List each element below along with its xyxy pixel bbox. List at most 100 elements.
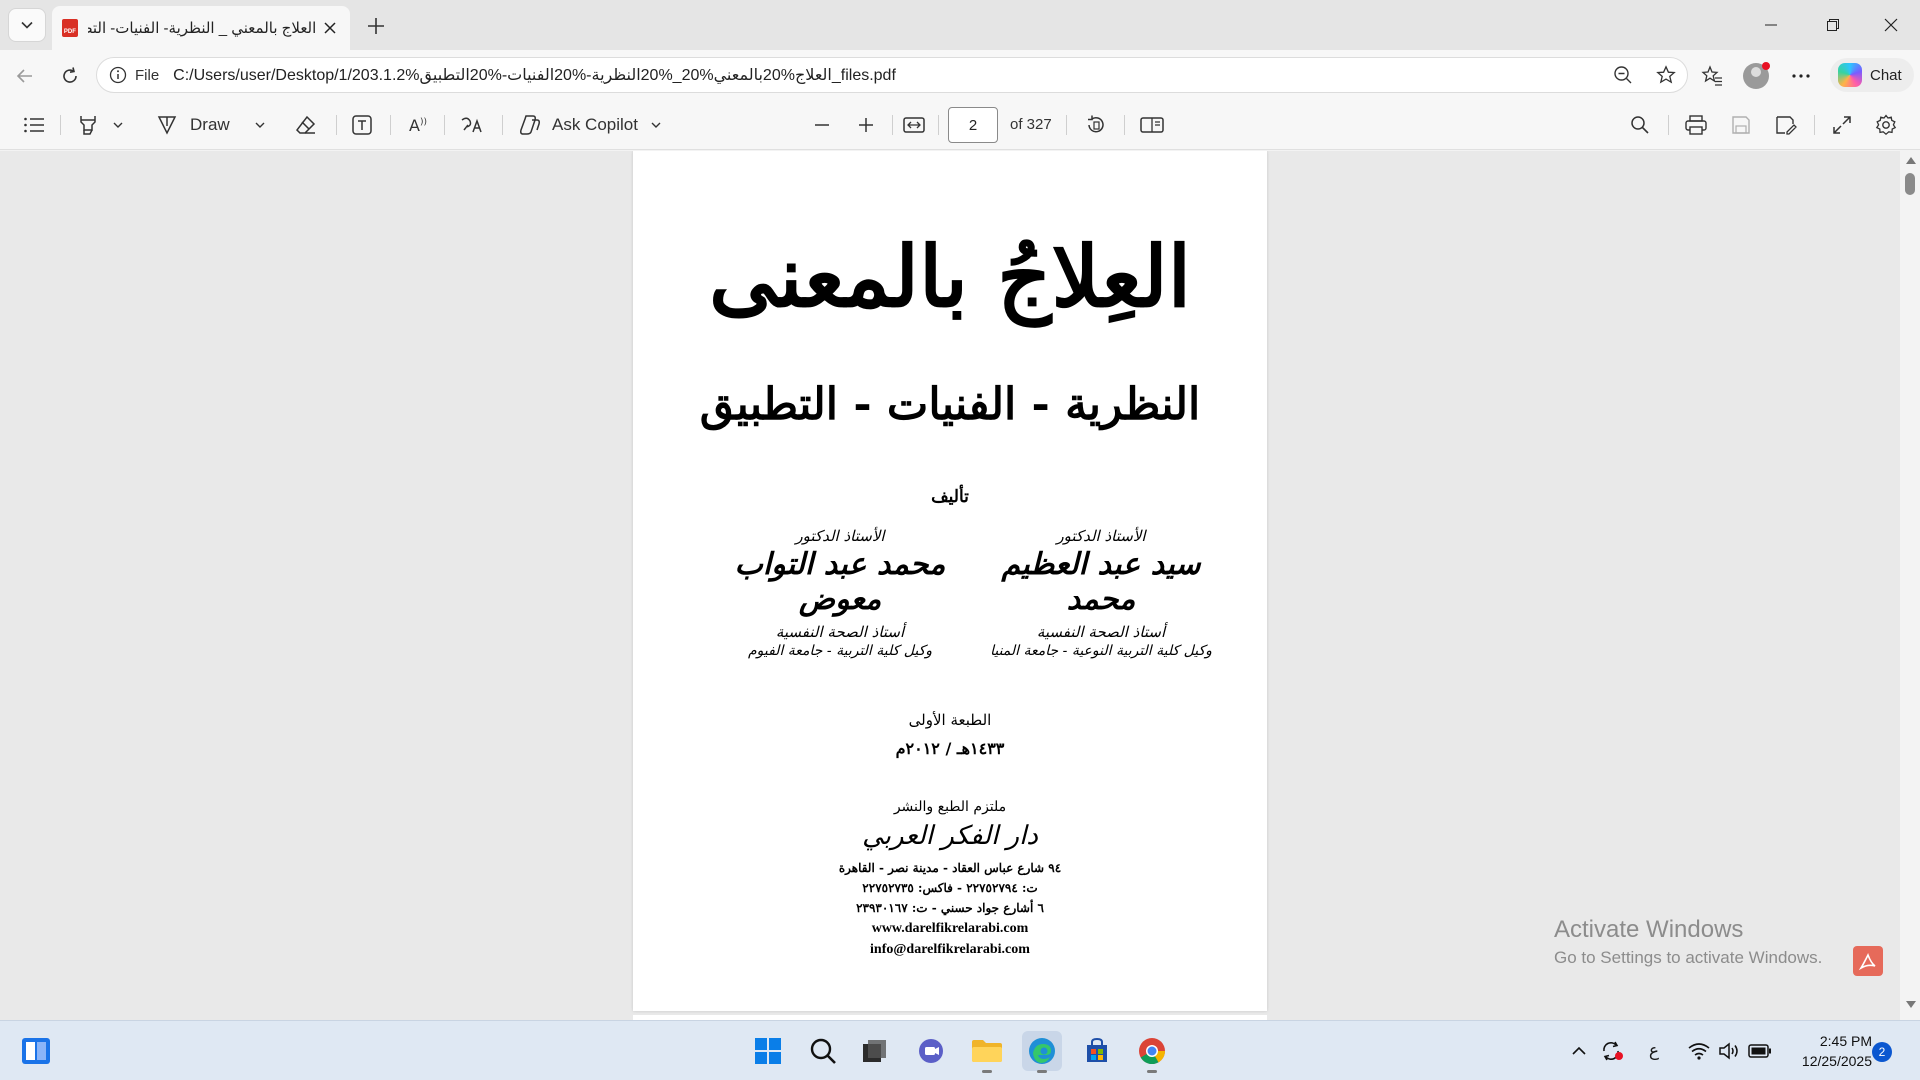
author-affiliation: وكيل كلية التربية - جامعة الفيوم: [747, 643, 933, 659]
zoom-out-button[interactable]: [806, 109, 838, 141]
full-screen-button[interactable]: [1826, 109, 1858, 141]
tab-close-button[interactable]: [320, 18, 340, 38]
edge-browser-button[interactable]: [1022, 1031, 1062, 1073]
highlight-options-button[interactable]: [108, 109, 128, 141]
draw-button[interactable]: Draw: [156, 109, 242, 141]
toolbar-divider: [444, 115, 445, 135]
read-aloud-button[interactable]: A)): [402, 109, 434, 141]
search-button[interactable]: [803, 1031, 843, 1071]
tab-active[interactable]: PDF العلاج بالمعني _ النظرية- الفنيات- ا…: [52, 6, 350, 50]
toolbar-divider: [1124, 115, 1125, 135]
profile-button[interactable]: [1740, 60, 1772, 92]
publisher-email: info@darelfikrelarabi.com: [870, 942, 1030, 957]
translate-button[interactable]: [456, 109, 488, 141]
plus-icon: [859, 118, 873, 132]
address-input[interactable]: File C:/Users/user/Desktop/1/203.1.2%الع…: [96, 57, 1688, 93]
pen-icon: [157, 116, 177, 135]
add-text-button[interactable]: [346, 109, 378, 141]
vertical-scrollbar[interactable]: [1900, 151, 1920, 1020]
wifi-button[interactable]: [1686, 1039, 1712, 1063]
read-aloud-icon: A)): [409, 115, 427, 135]
task-view-button[interactable]: [855, 1031, 895, 1071]
pdf-viewport[interactable]: العِلاجُ بالمعنى النظرية - الفنيات - الت…: [0, 151, 1900, 1020]
edition-date: ١٤٣٣هـ / ٢٠١٢م: [895, 739, 1005, 758]
zoom-out-indicator-button[interactable]: [1608, 58, 1638, 92]
fit-to-width-button[interactable]: [898, 109, 930, 141]
more-horizontal-icon: [1792, 74, 1810, 78]
zoom-in-button[interactable]: [850, 109, 882, 141]
rotate-icon: [1088, 115, 1104, 133]
restore-icon: [1827, 19, 1839, 31]
wifi-icon: [1688, 1043, 1710, 1060]
publisher-website: www.darelfikrelarabi.com: [871, 921, 1029, 936]
widgets-button[interactable]: [16, 1031, 56, 1071]
restore-button[interactable]: [1804, 0, 1862, 50]
watermark-subtitle: Go to Settings to activate Windows.: [1554, 948, 1823, 967]
favorites-button[interactable]: [1696, 60, 1728, 92]
draw-label: Draw: [190, 115, 230, 134]
notification-badge[interactable]: 2: [1872, 1042, 1892, 1062]
back-button[interactable]: [9, 60, 41, 92]
pdf-settings-button[interactable]: [1870, 109, 1902, 141]
file-explorer-button[interactable]: [967, 1031, 1007, 1073]
info-icon[interactable]: [109, 66, 127, 84]
refresh-button[interactable]: [54, 60, 86, 92]
show-hidden-icons-button[interactable]: [1566, 1039, 1592, 1063]
ask-copilot-button[interactable]: Ask Copilot: [518, 109, 668, 141]
chevron-down-icon: [651, 122, 661, 128]
scroll-thumb[interactable]: [1905, 173, 1915, 195]
draw-options-button[interactable]: [250, 109, 270, 141]
expand-icon: [1833, 116, 1851, 134]
find-button[interactable]: [1624, 109, 1656, 141]
start-button[interactable]: [748, 1031, 788, 1071]
fit-width-icon: [903, 117, 925, 133]
author-block: الأستاذ الدكتور سيد عبد العظيم محمد أستا…: [976, 527, 1226, 659]
page-view-button[interactable]: [1136, 109, 1168, 141]
erase-button[interactable]: [290, 109, 322, 141]
toolbar-divider: [390, 115, 391, 135]
task-view-icon: [863, 1040, 886, 1062]
folder-icon: [972, 1040, 1002, 1062]
favorite-button[interactable]: [1651, 58, 1681, 92]
page-number-input[interactable]: [948, 107, 998, 143]
settings-more-button[interactable]: [1785, 60, 1817, 92]
author-name: سيد عبد العظيم محمد: [1001, 547, 1201, 617]
tab-actions-button[interactable]: [8, 8, 46, 42]
rotate-button[interactable]: [1080, 109, 1112, 141]
acrobat-icon[interactable]: [1853, 946, 1883, 976]
eraser-icon: [296, 115, 316, 134]
clock-button[interactable]: 2:45 PM 12/25/2025: [1780, 1031, 1872, 1071]
scroll-up-arrow[interactable]: [1906, 157, 1916, 164]
volume-button[interactable]: [1716, 1039, 1742, 1063]
battery-button[interactable]: [1746, 1039, 1774, 1063]
contents-button[interactable]: [18, 109, 50, 141]
scheme-label: File: [135, 66, 160, 84]
author-block: الأستاذ الدكتور محمد عبد التواب معوض أست…: [715, 527, 965, 659]
close-icon: [1884, 18, 1898, 32]
plus-icon: [368, 18, 384, 34]
minimize-button[interactable]: [1742, 0, 1800, 50]
input-language-indicator[interactable]: ع: [1642, 1039, 1666, 1063]
chevron-down-icon: [255, 122, 265, 128]
widgets-icon: [22, 1038, 50, 1064]
close-window-button[interactable]: [1862, 0, 1920, 50]
highlight-button[interactable]: [72, 109, 104, 141]
toolbar-divider: [502, 115, 503, 135]
save-button[interactable]: [1725, 109, 1757, 141]
save-icon: [1732, 116, 1750, 134]
sync-status-button[interactable]: [1598, 1039, 1626, 1063]
print-button[interactable]: [1680, 109, 1712, 141]
clock-time: 2:45 PM: [1819, 1033, 1872, 1049]
save-as-button[interactable]: [1770, 109, 1802, 141]
new-tab-button[interactable]: [362, 12, 390, 40]
pdf-page: العِلاجُ بالمعنى النظرية - الفنيات - الت…: [633, 151, 1267, 1011]
chrome-browser-button[interactable]: [1132, 1031, 1172, 1073]
teams-chat-button[interactable]: [912, 1031, 952, 1071]
publisher-name: دار الفكر العربي: [862, 821, 1038, 851]
author-title: الأستاذ الدكتور: [795, 527, 885, 545]
publisher-branch: ٦ أشارع جواد حسني - ت: ٢٣٩٣٠١٦٧: [856, 901, 1044, 915]
microsoft-store-button[interactable]: [1077, 1031, 1117, 1071]
copilot-chat-button[interactable]: Chat: [1830, 58, 1914, 92]
scroll-down-arrow[interactable]: [1906, 1001, 1916, 1008]
book-title: العِلاجُ بالمعنى: [708, 227, 1192, 326]
